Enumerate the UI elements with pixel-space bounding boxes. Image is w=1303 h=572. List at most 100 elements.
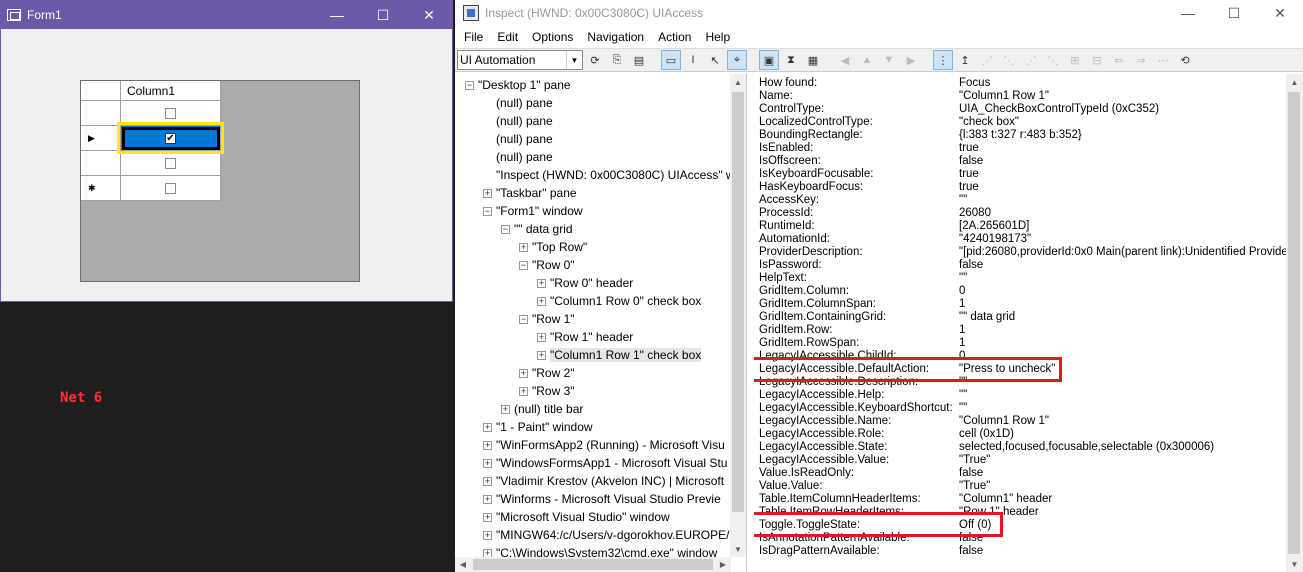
expand-icon[interactable]: + [519, 387, 528, 397]
form1-titlebar[interactable]: Form1 — ☐ ✕ [1, 1, 452, 29]
sync-left-icon[interactable]: ⇐ [1109, 50, 1129, 70]
expand-tree-icon[interactable]: ⊞ [1065, 50, 1085, 70]
minimize-icon[interactable]: — [1165, 0, 1211, 27]
nav-next-sibling-icon[interactable]: ⋱ [999, 50, 1019, 70]
properties-pane[interactable]: How found: Focus Name: "Column1 Row 1" Contr… [754, 74, 1303, 572]
tree-item[interactable]: + "Microsoft Visual Studio" window [483, 508, 670, 526]
scroll-thumb[interactable] [473, 559, 713, 570]
minimize-icon[interactable]: — [314, 1, 360, 29]
watch-tooltip-icon[interactable]: ⌖ [727, 50, 747, 70]
expand-icon[interactable]: + [483, 459, 492, 469]
nav-prev-sibling-icon[interactable]: ⋰ [1021, 50, 1041, 70]
mode-select[interactable]: UI Automation ▼ [457, 50, 583, 70]
expand-icon[interactable]: + [483, 531, 492, 541]
menu-action[interactable]: Action [651, 30, 698, 44]
grid-row[interactable]: ✱ [81, 176, 359, 201]
copy-icon[interactable]: ⎘ [607, 50, 627, 70]
checkbox-checked-icon[interactable]: ✔ [165, 132, 176, 144]
checkbox-cell[interactable]: ✔ [117, 122, 224, 154]
expand-icon[interactable]: + [519, 243, 528, 253]
nav-last-child-icon[interactable]: ⋱ [1043, 50, 1063, 70]
collapse-icon[interactable]: − [519, 261, 528, 271]
hourglass-icon[interactable]: ⧗ [781, 50, 801, 70]
expand-icon[interactable]: + [519, 369, 528, 379]
watch-caret-icon[interactable]: I [683, 50, 703, 70]
tree-item[interactable]: + (null) title bar [501, 400, 583, 418]
element-tree[interactable]: − "Desktop 1" pane (null) pane (null) pane(… [455, 74, 747, 572]
scroll-down-icon[interactable]: ▼ [1286, 556, 1303, 572]
scroll-thumb[interactable] [1288, 92, 1300, 554]
checkbox-unchecked-icon[interactable] [165, 157, 176, 169]
tree-item[interactable]: + "Row 3" [519, 382, 575, 400]
expand-icon[interactable]: + [483, 441, 492, 451]
maximize-icon[interactable]: ☐ [360, 1, 406, 29]
row-header[interactable]: ✱ [81, 176, 121, 201]
menu-file[interactable]: File [457, 30, 490, 44]
tree-item[interactable]: (null) pane [483, 148, 553, 166]
tree-item[interactable]: + "Row 2" [519, 364, 575, 382]
scroll-thumb[interactable] [732, 92, 744, 512]
tree-item[interactable]: + "Column1 Row 1" check box [537, 346, 702, 364]
expand-icon[interactable]: + [483, 477, 492, 487]
collapse-icon[interactable]: − [519, 315, 528, 325]
tree-item[interactable]: + "Vladimir Krestov (Akvelon INC) | Micro… [483, 472, 724, 490]
menu-navigation[interactable]: Navigation [580, 30, 651, 44]
collapse-icon[interactable]: − [483, 207, 492, 217]
expand-icon[interactable]: + [483, 513, 492, 523]
expand-icon[interactable]: + [483, 549, 492, 557]
expand-icon[interactable]: + [501, 405, 510, 415]
tree-item[interactable]: + "WindowsFormsApp1 - Microsoft Visual St… [483, 454, 727, 472]
options-icon[interactable]: ⋯ [1153, 50, 1173, 70]
maximize-icon[interactable]: ☐ [1211, 0, 1257, 27]
row-header[interactable]: ▶ [81, 126, 121, 151]
close-icon[interactable]: ✕ [1257, 0, 1303, 27]
scroll-right-icon[interactable]: ▶ [715, 557, 731, 572]
grid-row[interactable] [81, 151, 359, 176]
tree-item[interactable]: − "Row 1" [519, 310, 575, 328]
copy-tree-icon[interactable]: ▤ [629, 50, 649, 70]
data-grid[interactable]: Column1 ▶ ✔ ✱ [80, 80, 360, 282]
tree-item[interactable]: + "C:\Windows\System32\cmd.exe" window [483, 544, 717, 557]
expand-icon[interactable]: + [483, 423, 492, 433]
update-icon[interactable]: ⟲ [1175, 50, 1195, 70]
tree-item[interactable]: (null) pane [483, 130, 553, 148]
menu-options[interactable]: Options [525, 30, 580, 44]
tree-item[interactable]: + "Top Row" [519, 238, 587, 256]
properties-vertical-scrollbar[interactable]: ▲ ▼ [1286, 74, 1303, 572]
tree-item[interactable]: − "Form1" window [483, 202, 583, 220]
expand-icon[interactable]: + [537, 279, 546, 289]
tree-item[interactable]: + "MINGW64:/c/Users/v-dgorokhov.EUROPE/ [483, 526, 729, 544]
row-header[interactable] [81, 101, 121, 126]
tree-item[interactable]: − "" data grid [501, 220, 573, 238]
nav-up-icon[interactable]: ▲ [857, 50, 877, 70]
collapse-tree-icon[interactable]: ⊟ [1087, 50, 1107, 70]
tree-item[interactable]: + "Taskbar" pane [483, 184, 577, 202]
checkbox-cell[interactable] [121, 151, 221, 176]
checkbox-unchecked-icon[interactable] [165, 182, 176, 194]
watch-focus-icon[interactable]: ▭ [661, 50, 681, 70]
watch-cursor-icon[interactable]: ↖ [705, 50, 725, 70]
scroll-up-icon[interactable]: ▲ [730, 74, 746, 90]
tree-item[interactable]: (null) pane [483, 112, 553, 130]
scroll-up-icon[interactable]: ▲ [1286, 74, 1303, 90]
expand-icon[interactable]: + [483, 495, 492, 505]
tree-item[interactable]: − "Desktop 1" pane [465, 76, 571, 94]
collapse-icon[interactable]: − [465, 81, 474, 91]
scroll-down-icon[interactable]: ▼ [730, 541, 746, 557]
chevron-down-icon[interactable]: ▼ [566, 51, 582, 69]
menu-help[interactable]: Help [698, 30, 737, 44]
expand-icon[interactable]: + [483, 189, 492, 199]
tree-item[interactable]: + "WinFormsApp2 (Running) - Microsoft Vis… [483, 436, 725, 454]
expand-icon[interactable]: + [537, 351, 546, 361]
tree-item[interactable]: "Inspect (HWND: 0x00C3080C) UIAccess" w [483, 166, 730, 184]
tree-item[interactable]: (null) pane [483, 94, 553, 112]
tree-item[interactable]: − "Row 0" [519, 256, 575, 274]
sync-right-icon[interactable]: ⇒ [1131, 50, 1151, 70]
checkbox-cell[interactable] [121, 176, 221, 201]
nav-parent-icon[interactable]: ↥ [955, 50, 975, 70]
tree-view-icon[interactable]: ⋮ [933, 50, 953, 70]
checkbox-unchecked-icon[interactable] [165, 107, 176, 119]
expand-icon[interactable]: + [537, 333, 546, 343]
nav-previous-icon[interactable]: ◀ [835, 50, 855, 70]
nav-down-icon[interactable]: ▼ [879, 50, 899, 70]
